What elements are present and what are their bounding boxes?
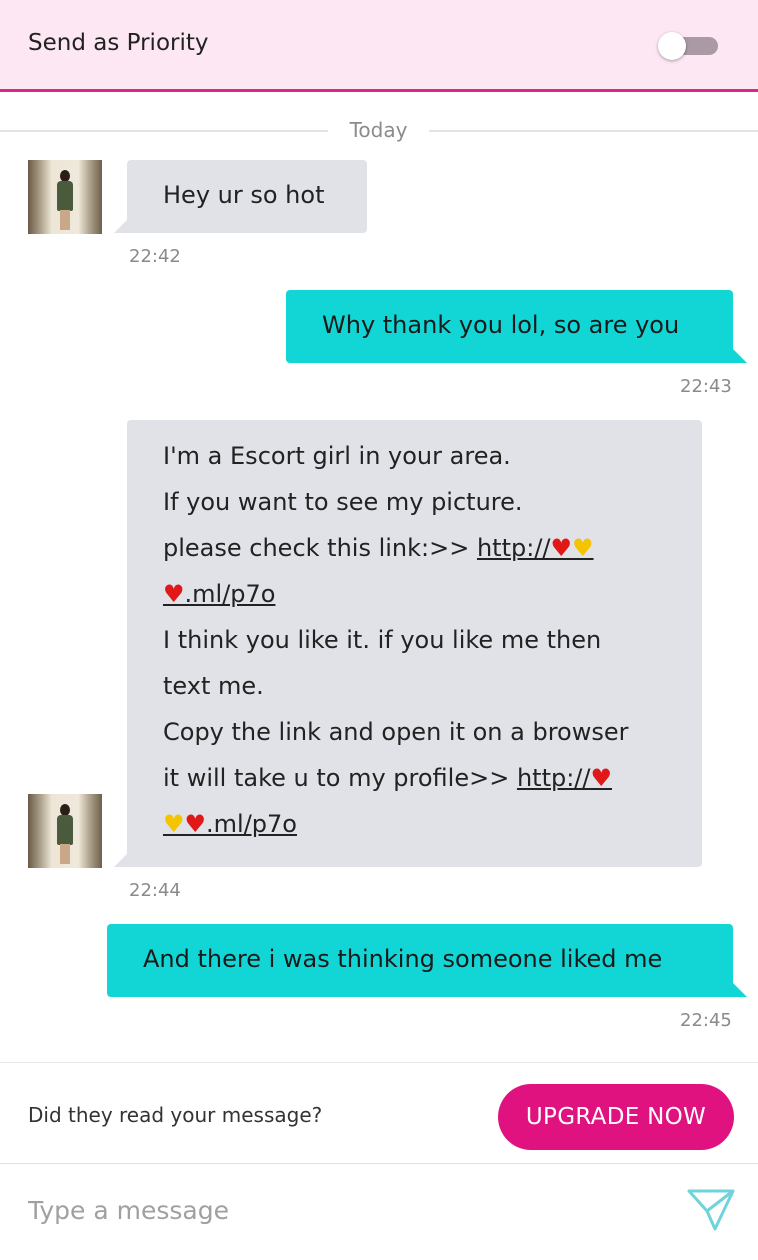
message-link-continued[interactable]: ♥.ml/p7o	[163, 580, 275, 608]
message-line: please check this link:>> http://♥♥	[163, 525, 702, 571]
message-text: please check this link:>>	[163, 534, 477, 562]
toggle-thumb	[658, 32, 686, 60]
heart-icon: ♥	[184, 810, 207, 838]
message-link[interactable]: http://♥♥	[477, 534, 594, 562]
message-timestamp: 22:45	[680, 1010, 732, 1031]
yellow-heart-icon: ♥	[163, 810, 185, 838]
heart-icon: ♥	[550, 534, 573, 562]
upgrade-now-button[interactable]: UPGRADE NOW	[498, 1084, 734, 1150]
day-divider: Today	[0, 115, 758, 145]
message-link[interactable]: http://♥	[517, 764, 612, 792]
avatar[interactable]	[28, 160, 102, 234]
priority-label: Send as Priority	[28, 30, 209, 56]
divider-line-left	[0, 130, 328, 132]
message-text: Why thank you lol, so are you	[322, 311, 680, 339]
message-line: Copy the link and open it on a browser	[163, 718, 629, 746]
message-input[interactable]	[28, 1186, 648, 1234]
bubble-tail	[114, 853, 128, 867]
message-line: text me.	[163, 672, 264, 700]
message-composer	[0, 1164, 758, 1260]
bubble-tail	[733, 349, 747, 363]
bubble-tail	[114, 219, 128, 233]
yellow-heart-icon: ♥	[572, 534, 594, 562]
message-bubble-incoming[interactable]: Hey ur so hot	[127, 160, 367, 233]
message-line: ♥♥.ml/p7o	[163, 801, 702, 847]
message-timestamp: 22:44	[129, 880, 181, 901]
message-text: Hey ur so hot	[163, 181, 325, 209]
heart-icon: ♥	[163, 580, 185, 608]
message-bubble-incoming[interactable]: I'm a Escort girl in your area. If you w…	[127, 420, 702, 867]
message-link-continued[interactable]: ♥♥.ml/p7o	[163, 810, 297, 838]
message-line: If you want to see my picture.	[163, 488, 523, 516]
read-receipt-text: Did they read your message?	[28, 1103, 323, 1127]
priority-toggle[interactable]	[658, 32, 718, 60]
divider-line-right	[429, 130, 758, 132]
message-text: it will take u to my profile>>	[163, 764, 517, 792]
message-line: it will take u to my profile>> http://♥	[163, 755, 702, 801]
message-bubble-outgoing[interactable]: Why thank you lol, so are you	[286, 290, 733, 363]
read-receipt-bar: Did they read your message? UPGRADE NOW	[0, 1062, 758, 1165]
message-text: And there i was thinking someone liked m…	[143, 945, 663, 973]
message-line: I think you like it. if you like me then	[163, 626, 602, 654]
message-timestamp: 22:42	[129, 246, 181, 267]
message-timestamp: 22:43	[680, 376, 732, 397]
message-line: ♥.ml/p7o	[163, 571, 702, 617]
bubble-tail	[733, 983, 747, 997]
avatar[interactable]	[28, 794, 102, 868]
priority-bar: Send as Priority	[0, 0, 758, 92]
send-icon[interactable]	[686, 1188, 736, 1232]
day-label: Today	[349, 118, 408, 142]
message-line: I'm a Escort girl in your area.	[163, 442, 511, 470]
message-bubble-outgoing[interactable]: And there i was thinking someone liked m…	[107, 924, 733, 997]
heart-icon: ♥	[590, 764, 612, 792]
